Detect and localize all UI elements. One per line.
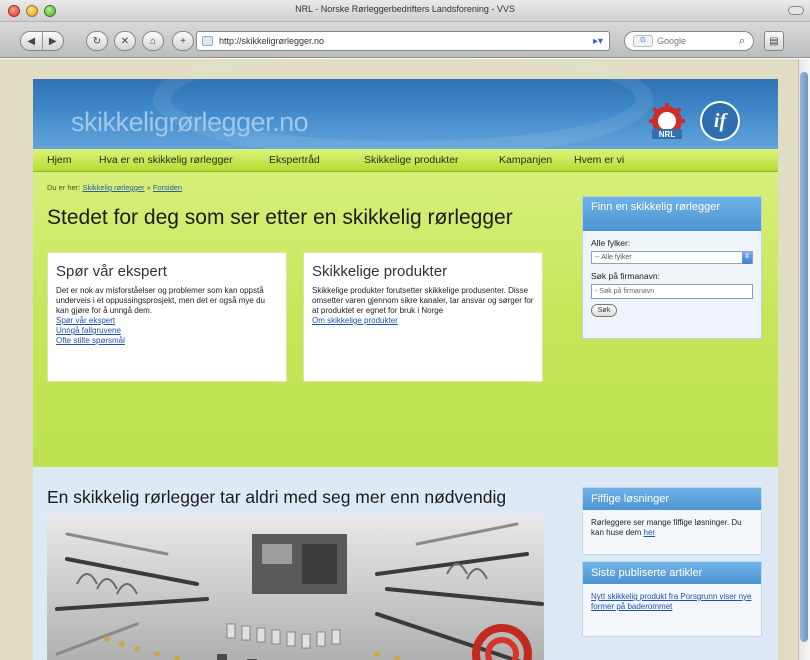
stop-icon[interactable]: ✕ [114, 31, 136, 51]
article-link[interactable]: Nytt skikkelig produkt fra Porsgrunn vis… [591, 592, 752, 611]
if-logo-icon[interactable]: if [700, 101, 740, 141]
finder-widget: Finn en skikkelig rørlegger Alle fylker:… [582, 196, 762, 339]
breadcrumb-link-home[interactable]: Skikkelig rørlegger [82, 183, 144, 192]
products-link[interactable]: Om skikkelige produkter [312, 316, 542, 326]
nav-item-hjem[interactable]: Hjem [47, 154, 72, 166]
scrollbar-thumb[interactable] [800, 72, 808, 642]
home-icon[interactable]: ⌂ [142, 31, 164, 51]
expert-link-pitfalls[interactable]: Unngå fallgruvene [56, 326, 286, 336]
expert-link-faq[interactable]: Ofte stilte spørsmål [56, 336, 286, 346]
breadcrumb-separator: » [146, 183, 151, 192]
forward-arrow-icon[interactable]: ▶ [43, 36, 64, 47]
page-menu-icon[interactable]: ▤ [764, 31, 784, 51]
nrl-logo-icon[interactable]: NRL [646, 103, 688, 141]
reload-icon[interactable]: ↻ [86, 31, 108, 51]
address-bar[interactable]: http://skikkeligrørlegger.no ▸▾ [196, 31, 610, 51]
expert-link-ask[interactable]: Spør vår ekspert [56, 316, 286, 326]
nav-item-kampanjen[interactable]: Kampanjen [499, 154, 552, 166]
expert-title: Spør vår ekspert [56, 263, 167, 280]
rss-dropdown-icon[interactable]: ▸▾ [593, 33, 603, 51]
back-forward-buttons: ◀ ▶ [20, 31, 64, 51]
site-header: skikkeligrørlegger.no NRL if [33, 59, 778, 159]
nav-item-hvem-er-vi[interactable]: Hvem er vi [574, 154, 624, 166]
articles-title: Siste publiserte artikler [583, 562, 761, 584]
search-placeholder: Google [657, 36, 687, 46]
site-favicon-icon [202, 36, 213, 46]
tips-body: Rørleggere ser mange fiffige løsninger. … [591, 518, 742, 537]
expert-box: Spør vår ekspert Det er nok av misforstå… [47, 252, 287, 382]
breadcrumb-prefix: Du er her: [47, 183, 81, 192]
expert-body: Det er nok av misforståelser og probleme… [56, 286, 266, 315]
back-arrow-icon[interactable]: ◀ [21, 36, 42, 47]
nav-item-hva-er[interactable]: Hva er en skikkelig rørlegger [99, 154, 233, 166]
nrl-logo-text: NRL [659, 130, 676, 139]
section-heading: En skikkelig rørlegger tar aldri med seg… [47, 487, 507, 507]
web-page: skikkeligrørlegger.no NRL if Hjem Hva er… [33, 59, 778, 660]
web-viewport: skikkeligrørlegger.no NRL if Hjem Hva er… [0, 59, 798, 660]
site-logo[interactable]: skikkeligrørlegger.no [71, 107, 309, 138]
county-select-value: -- Alle fylker [595, 254, 632, 261]
tips-title: Fiffige løsninger [583, 488, 761, 510]
products-body: Skikkelige produkter forutsetter skikkel… [312, 286, 534, 315]
main-navigation: Hjem Hva er en skikkelig rørlegger Ekspe… [33, 149, 778, 172]
search-engine-icon[interactable]: G [633, 35, 653, 47]
search-icon: ⌕ [738, 35, 745, 47]
finder-title: Finn en skikkelig rørlegger [583, 197, 761, 231]
articles-box: Siste publiserte artikler Nytt skikkelig… [582, 561, 762, 637]
url-text: http://skikkeligrørlegger.no [219, 36, 325, 46]
browser-toolbar: ◀ ▶ ↻ ✕ ⌂ + http://skikkeligrørlegger.no… [0, 22, 810, 58]
breadcrumb-link-current[interactable]: Forsiden [153, 183, 182, 192]
tools-photo [47, 514, 544, 660]
search-button[interactable]: Søk [591, 304, 617, 317]
search-field[interactable]: G Google ⌕ [624, 31, 754, 51]
tips-text: Rørleggere ser mange fiffige løsninger. … [591, 518, 753, 538]
window-titlebar: NRL - Norske Rørleggerbedrifters Landsfo… [0, 0, 810, 22]
nav-item-ekspertrad[interactable]: Ekspertråd [269, 154, 320, 166]
articles-text: Nytt skikkelig produkt fra Porsgrunn vis… [591, 592, 753, 612]
county-label: Alle fylker: [591, 238, 631, 248]
tips-box: Fiffige løsninger Rørleggere ser mange f… [582, 487, 762, 555]
county-select[interactable]: -- Alle fylker ⇕ [591, 251, 753, 264]
bookmark-icon[interactable]: + [172, 31, 194, 51]
window-title: NRL - Norske Rørleggerbedrifters Landsfo… [295, 4, 515, 14]
select-arrows-icon: ⇕ [742, 251, 752, 264]
toolbar-toggle-button[interactable] [788, 6, 804, 15]
tips-link[interactable]: her [644, 528, 656, 537]
nav-item-produkter[interactable]: Skikkelige produkter [364, 154, 459, 166]
products-box: Skikkelige produkter Skikkelige produkte… [303, 252, 543, 382]
firm-name-input[interactable]: - Søk på firmanavn [591, 284, 753, 299]
firm-name-label: Søk på firmanavn: [591, 271, 660, 281]
products-title: Skikkelige produkter [312, 263, 448, 280]
page-title: Stedet for deg som ser etter en skikkeli… [47, 206, 513, 229]
breadcrumb: Du er her: Skikkelig rørlegger » Forside… [47, 183, 182, 192]
